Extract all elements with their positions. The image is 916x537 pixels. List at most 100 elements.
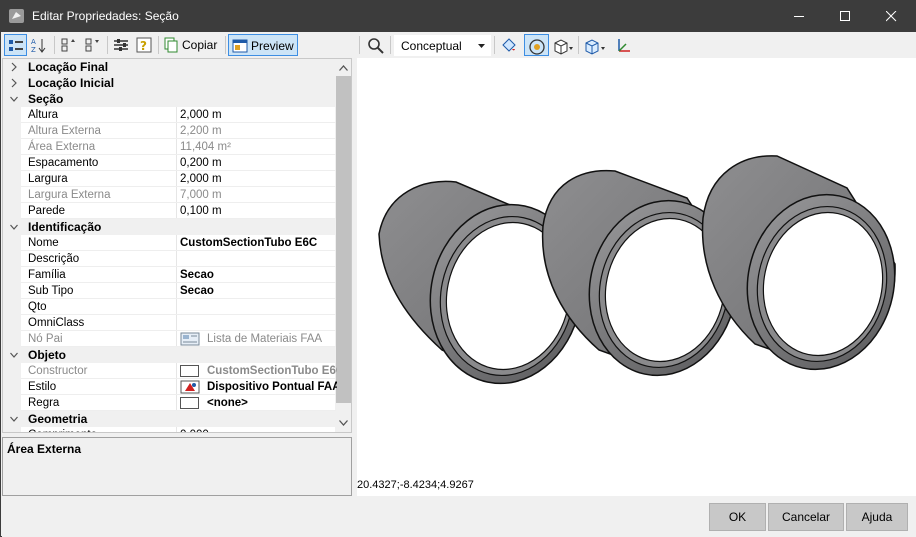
scroll-down-icon[interactable]: [339, 420, 348, 426]
copy-label: Copiar: [182, 38, 218, 52]
property-value: Lista de Materiais FAA: [207, 333, 323, 345]
property-value: 2,000 m: [180, 109, 222, 121]
column-divider: [176, 187, 177, 203]
view-cube-button[interactable]: [551, 34, 575, 56]
axes-button[interactable]: [612, 34, 634, 56]
close-button[interactable]: [869, 1, 915, 32]
column-divider: [176, 107, 177, 123]
toolbar-separator: [494, 36, 495, 54]
render-settings-button[interactable]: [498, 34, 520, 56]
property-row[interactable]: OmniClass: [3, 315, 336, 331]
expand-all-button[interactable]: [58, 34, 80, 56]
preview-label: Preview: [251, 39, 294, 53]
categorized-view-button[interactable]: [4, 34, 27, 56]
property-row[interactable]: Família Secao: [3, 267, 336, 283]
app-icon: [9, 9, 24, 23]
magnifier-icon: [368, 38, 384, 54]
minimize-button[interactable]: [777, 1, 823, 32]
ok-button[interactable]: OK: [709, 503, 766, 531]
alphabetical-sort-button[interactable]: A Z: [28, 34, 50, 56]
collapse-icon: [85, 38, 99, 52]
column-divider: [176, 155, 177, 171]
title-bar[interactable]: Editar Propriedades: Seção: [1, 1, 915, 32]
property-row[interactable]: Descrição: [3, 251, 336, 267]
category-geometry[interactable]: Geometria: [3, 411, 336, 427]
expand-icon: [61, 38, 75, 52]
column-divider: [176, 123, 177, 139]
category-initial-location[interactable]: Locação Inicial: [3, 75, 336, 91]
toolbar-separator: [54, 36, 55, 54]
svg-text:Z: Z: [31, 46, 36, 53]
toolbar-separator: [359, 36, 360, 54]
chevron-right-icon[interactable]: [10, 78, 18, 88]
property-row[interactable]: Espacamento 0,200 m: [3, 155, 336, 171]
property-value: Dispositivo Pontual FAA: [207, 381, 337, 393]
property-pages-button[interactable]: [110, 34, 132, 56]
category-label: Locação Final: [28, 60, 109, 74]
property-row[interactable]: Qto: [3, 299, 336, 315]
category-identification[interactable]: Identificação: [3, 219, 336, 235]
property-row[interactable]: Largura Externa 7,000 m: [3, 187, 336, 203]
chevron-right-icon[interactable]: [10, 62, 18, 72]
property-name: Altura Externa: [28, 125, 101, 137]
property-row[interactable]: Estilo Dispositivo Pontual FAA: [3, 379, 337, 395]
category-final-location[interactable]: Locação Final: [3, 59, 336, 75]
property-row[interactable]: Largura 2,000 m: [3, 171, 336, 187]
projection-button[interactable]: [582, 34, 608, 56]
property-row[interactable]: Sub Tipo Secao: [3, 283, 336, 299]
property-row[interactable]: Nome CustomSectionTubo E6C: [3, 235, 336, 251]
copy-button[interactable]: Copiar: [161, 34, 222, 56]
zoom-button[interactable]: [364, 34, 388, 56]
dialog-button-bar: OK Cancelar Ajuda: [2, 496, 916, 537]
svg-text:A: A: [31, 38, 36, 46]
help-button[interactable]: Ajuda: [846, 503, 908, 531]
property-row[interactable]: Parede 0,100 m: [3, 203, 336, 219]
visual-style-select[interactable]: Conceptual: [394, 35, 491, 56]
column-divider: [176, 331, 177, 347]
chevron-down-icon[interactable]: [10, 414, 18, 424]
box-projection-icon: [585, 39, 605, 55]
property-value: 0,200 m: [180, 157, 222, 169]
property-row[interactable]: Altura Externa 2,200 m: [3, 123, 336, 139]
3d-preview-viewport[interactable]: 20.4327;-8.4234;4.9267: [357, 58, 916, 496]
description-title: Área Externa: [7, 442, 82, 456]
category-label: Locação Inicial: [28, 76, 115, 90]
paint-bucket-icon: [502, 38, 516, 52]
property-row[interactable]: Nó Pai Lista de Materiais FAA: [3, 331, 336, 347]
scroll-up-icon[interactable]: [339, 65, 348, 71]
orbit-icon: [529, 39, 545, 55]
property-value: 2,000 m: [180, 173, 222, 185]
help-question-icon: ?: [136, 37, 152, 53]
chevron-down-icon[interactable]: [10, 94, 18, 104]
chevron-down-icon[interactable]: [10, 222, 18, 232]
property-row[interactable]: Comprimento 0,000: [3, 427, 336, 432]
axes-icon: [618, 39, 630, 52]
help-topic-button[interactable]: ?: [133, 34, 155, 56]
category-object[interactable]: Objeto: [3, 347, 336, 363]
property-grid: Locação Final Locação Inicial Seção Altura 2…: [2, 58, 352, 433]
column-divider: [176, 171, 177, 187]
cancel-button[interactable]: Cancelar: [768, 503, 844, 531]
property-row[interactable]: Área Externa 11,404 m²: [3, 139, 336, 155]
property-value: CustomSectionTubo E6C: [180, 237, 318, 249]
row-gutter: [3, 123, 21, 139]
category-section[interactable]: Seção: [3, 91, 336, 107]
property-row[interactable]: Constructor CustomSectionTubo E6C: [3, 363, 337, 379]
property-value: 0,000: [180, 429, 335, 432]
preview-toggle-button[interactable]: Preview: [228, 34, 298, 56]
property-name: Descrição: [28, 253, 80, 265]
property-row[interactable]: Altura 2,000 m: [3, 107, 336, 123]
maximize-icon: [840, 11, 850, 21]
collapse-all-button[interactable]: [82, 34, 104, 56]
property-row[interactable]: Regra <none>: [3, 395, 336, 411]
row-gutter: [3, 315, 21, 331]
tube-section-model[interactable]: [357, 58, 916, 478]
maximize-button[interactable]: [823, 1, 869, 32]
scroll-thumb[interactable]: [336, 76, 351, 403]
orbit-button[interactable]: [524, 34, 549, 56]
tube-3: [701, 155, 896, 371]
property-value: Secao: [180, 285, 214, 297]
column-divider: [176, 315, 177, 331]
chevron-down-icon[interactable]: [10, 350, 18, 360]
property-grid-scrollbar[interactable]: [335, 59, 351, 432]
